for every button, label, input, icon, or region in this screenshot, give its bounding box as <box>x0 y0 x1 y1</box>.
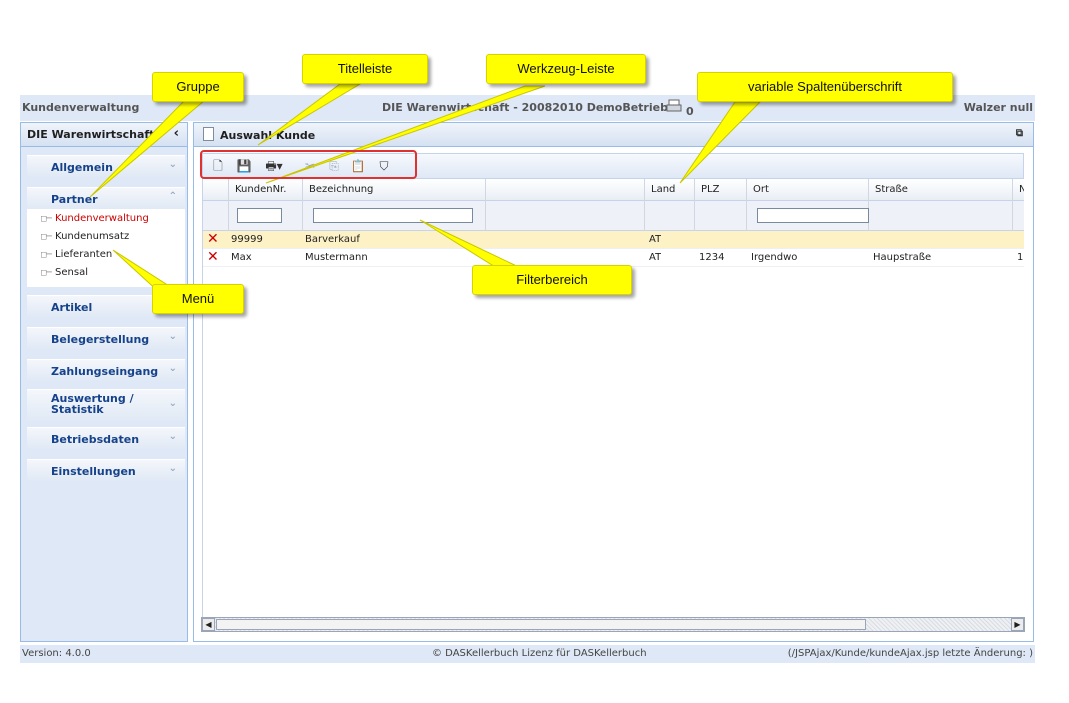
group-allgemein[interactable]: Allgemein ⌄ <box>27 155 185 177</box>
printer-icon[interactable] <box>666 99 682 113</box>
menu-item-kundenumsatz[interactable]: □─ Kundenumsatz <box>41 231 129 247</box>
group-betriebsdaten[interactable]: Betriebsdaten ⌄ <box>27 427 185 449</box>
chevron-down-icon: ⌄ <box>168 398 177 409</box>
column-header-ort[interactable]: Ort <box>747 179 869 201</box>
sidebar-title: DIE Warenwirtschaft ‹ <box>21 123 187 147</box>
menu-item-lieferanten[interactable]: □─ Lieferanten <box>41 249 112 265</box>
column-header-bezeichnung[interactable]: Bezeichnung <box>303 179 486 201</box>
callout-titelleiste: Titelleiste <box>302 54 428 84</box>
group-einstellungen[interactable]: Einstellungen ⌄ <box>27 459 185 481</box>
main-panel: Auswahl Kunde ⧉ 🗋 💾 🖶▾ ✂ ⎘ 📋 ⛉ KundenNr.… <box>193 122 1034 642</box>
group-partner[interactable]: Partner ⌃ <box>27 187 185 209</box>
tree-node-icon: □─ <box>41 268 52 278</box>
scrollbar-thumb[interactable] <box>216 619 866 630</box>
group-auswertung[interactable]: Auswertung / Statistik <box>27 389 147 421</box>
column-header-strasse[interactable]: Straße <box>869 179 1013 201</box>
tree-node-icon: □─ <box>41 214 52 224</box>
collapse-icon[interactable]: ‹ <box>174 126 179 141</box>
column-header-kundennr[interactable]: KundenNr. <box>229 179 303 201</box>
column-header-actions <box>203 179 229 201</box>
license-text: © DASKellerbuch Lizenz für DASKellerbuch <box>432 648 647 659</box>
version-text: Version: 4.0.0 <box>22 648 91 659</box>
page-path-text: (/JSPAjax/Kunde/kundeAjax.jsp letzte Änd… <box>787 648 1033 659</box>
grid-header: KundenNr. Bezeichnung Land PLZ Ort Straß… <box>203 179 1024 201</box>
status-bar: Version: 4.0.0 © DASKellerbuch Lizenz fü… <box>20 645 1035 663</box>
column-header-plz[interactable]: PLZ <box>695 179 747 201</box>
group-zahlungseingang[interactable]: Zahlungseingang ⌄ <box>27 359 185 381</box>
chevron-down-icon: ⌄ <box>168 363 177 374</box>
chevron-up-icon: ⌃ <box>168 191 177 202</box>
horizontal-scrollbar[interactable]: ◀ ▶ <box>201 617 1025 632</box>
chevron-down-icon: ⌄ <box>168 331 177 342</box>
group-belegerstellung[interactable]: Belegerstellung ⌄ <box>27 327 185 349</box>
column-header-n[interactable]: N <box>1013 179 1024 201</box>
callout-werkzeug-leiste: Werkzeug-Leiste <box>486 54 646 84</box>
group-auswertung-chevron[interactable]: ⌄ <box>147 389 185 421</box>
kundennr-filter-input[interactable] <box>237 208 282 223</box>
sidebar: DIE Warenwirtschaft ‹ Allgemein ⌄ Partner… <box>20 122 188 642</box>
callout-filterbereich: Filterbereich <box>472 265 632 295</box>
callout-menue: Menü <box>152 284 244 314</box>
ort-filter-input[interactable] <box>757 208 869 223</box>
callout-spaltenueberschrift: variable Spaltenüberschrift <box>697 72 953 102</box>
toolbar-highlight <box>200 150 417 179</box>
menu-item-sensal[interactable]: □─ Sensal <box>41 267 88 283</box>
filter-row <box>203 201 1024 231</box>
user-name: Walzer null <box>963 101 1033 114</box>
delete-icon[interactable]: ✕ <box>207 231 221 247</box>
customer-grid: KundenNr. Bezeichnung Land PLZ Ort Straß… <box>202 179 1024 619</box>
print-queue-count: 0 <box>686 105 694 118</box>
chevron-down-icon: ⌄ <box>168 463 177 474</box>
menu-area: □─ Kundenverwaltung □─ Kundenumsatz □─ L… <box>27 209 185 287</box>
chevron-down-icon: ⌄ <box>168 159 177 170</box>
panel-title-bar: Auswahl Kunde ⧉ <box>194 123 1033 147</box>
column-header-extra[interactable] <box>486 179 645 201</box>
chevron-down-icon: ⌄ <box>168 431 177 442</box>
tree-node-icon: □─ <box>41 250 52 260</box>
panel-title: Auswahl Kunde <box>220 129 316 142</box>
table-row[interactable]: ✕ 99999 Barverkauf AT <box>203 231 1024 249</box>
scroll-right-icon[interactable]: ▶ <box>1011 618 1024 631</box>
bezeichnung-filter-input[interactable] <box>313 208 473 223</box>
column-header-land[interactable]: Land <box>645 179 695 201</box>
menu-item-kundenverwaltung[interactable]: □─ Kundenverwaltung <box>41 213 149 229</box>
module-title: Kundenverwaltung <box>22 101 140 114</box>
callout-gruppe: Gruppe <box>152 72 244 102</box>
restore-icon[interactable]: ⧉ <box>1016 128 1023 139</box>
document-icon <box>203 127 214 141</box>
delete-icon[interactable]: ✕ <box>207 249 221 265</box>
app-title: DIE Warenwirtschaft - 20082010 DemoBetri… <box>382 101 668 114</box>
tree-node-icon: □─ <box>41 232 52 242</box>
scroll-left-icon[interactable]: ◀ <box>202 618 215 631</box>
